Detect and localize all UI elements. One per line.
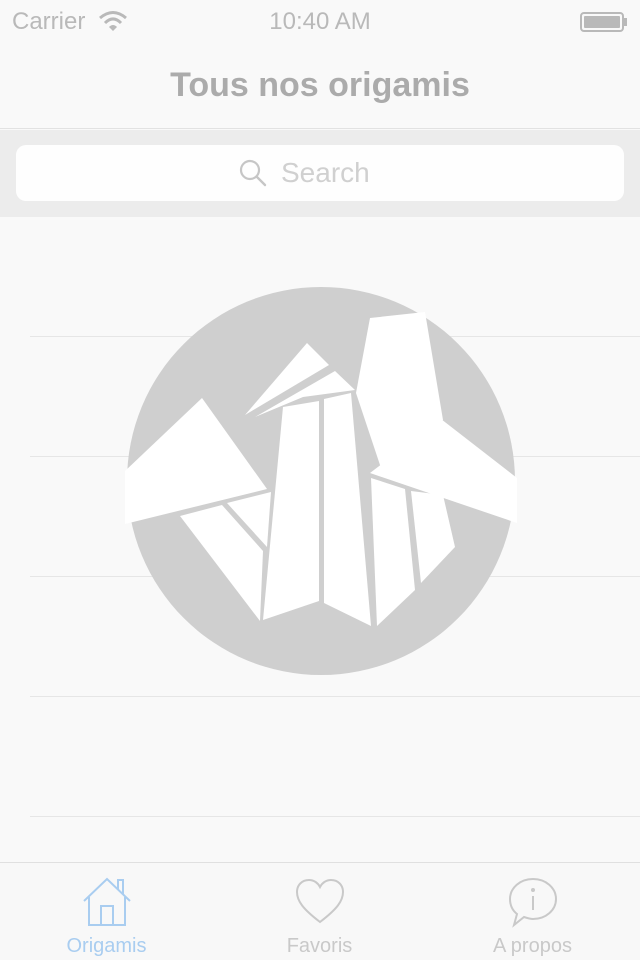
- row-separator: [30, 696, 640, 697]
- tab-origamis[interactable]: Origamis: [0, 863, 213, 960]
- info-bubble-icon: [508, 877, 557, 928]
- tab-label: Origamis: [66, 935, 147, 957]
- search-bar: [0, 130, 640, 217]
- heart-icon: [295, 878, 344, 924]
- origami-crane-logo: [125, 287, 517, 675]
- search-icon: [239, 159, 267, 187]
- house-icon: [82, 877, 131, 926]
- tab-bar: Origamis Favoris A propos: [0, 862, 640, 960]
- row-separator: [30, 816, 640, 817]
- status-time: 10:40 AM: [269, 8, 371, 35]
- app-screen: Carrier 10:40 AM Tous nos origamis Searc…: [0, 0, 640, 960]
- navigation-bar: Tous nos origamis: [0, 40, 640, 129]
- tab-label: A propos: [493, 935, 572, 957]
- search-input[interactable]: [281, 157, 401, 189]
- tab-a-propos[interactable]: A propos: [426, 863, 639, 960]
- page-title: Tous nos origamis: [170, 66, 470, 104]
- tab-favoris[interactable]: Favoris: [213, 863, 426, 960]
- tab-label: Favoris: [286, 935, 353, 957]
- search-field[interactable]: [16, 145, 624, 201]
- status-bar: Carrier 10:40 AM: [0, 0, 640, 40]
- battery-icon: [580, 12, 627, 32]
